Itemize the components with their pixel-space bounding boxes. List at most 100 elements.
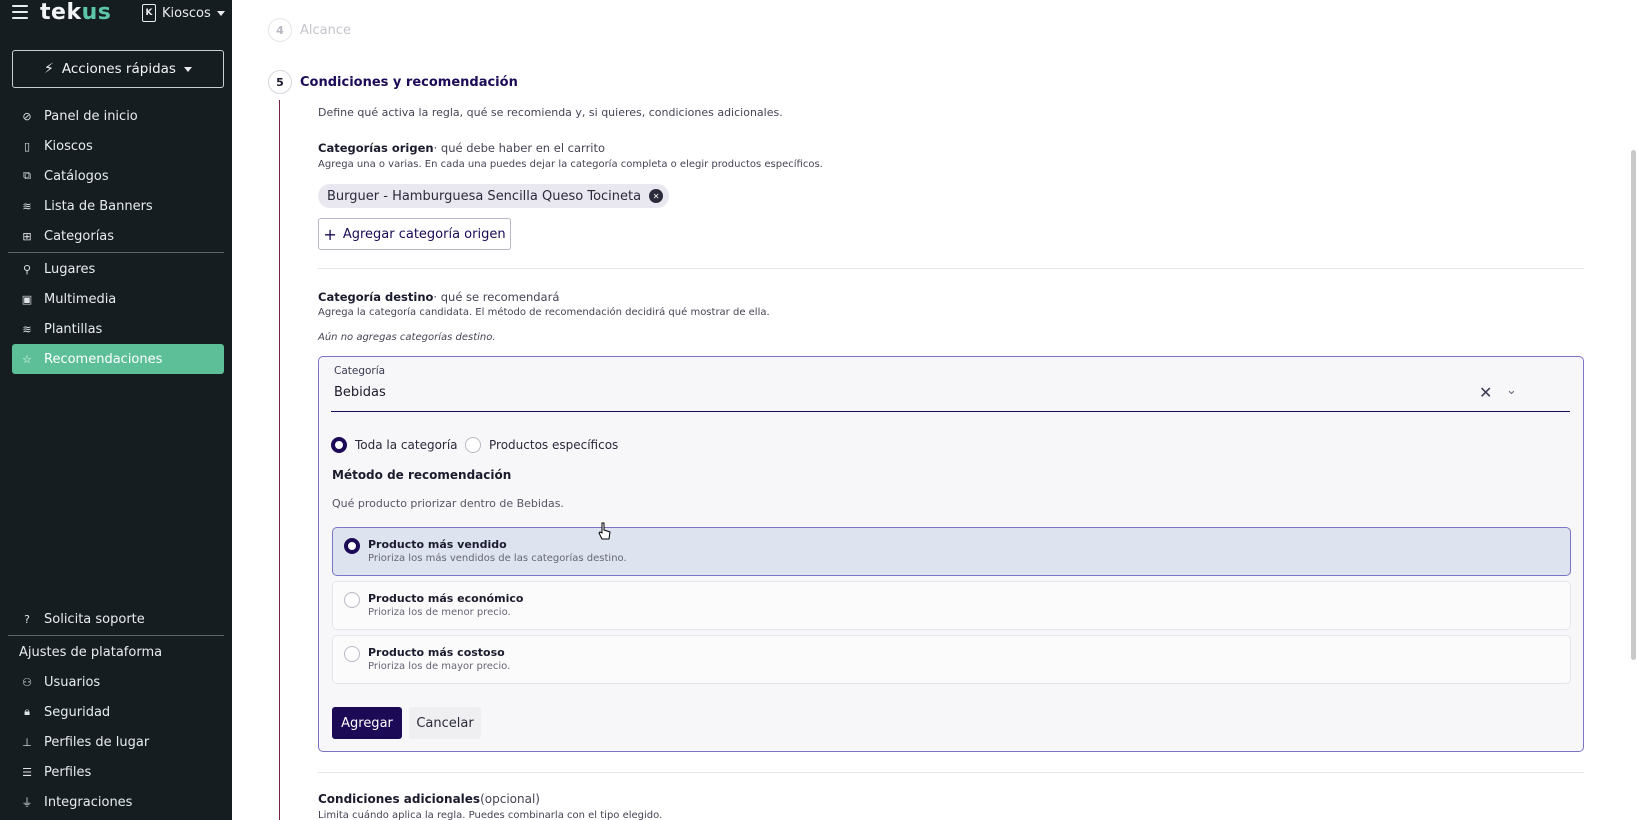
additional-conditions-title: Condiciones adicionales(opcional) xyxy=(318,792,540,806)
nav-item-categorias[interactable]: ⊞ Categorías xyxy=(12,221,224,251)
method-option-best-seller[interactable]: Producto más vendido Prioriza los más ve… xyxy=(332,527,1571,576)
nav-item-label: Multimedia xyxy=(44,291,117,307)
nav-item-panel-de-inicio[interactable]: ⊘ Panel de inicio xyxy=(12,101,224,131)
kiosk-selector[interactable]: K Kioscos xyxy=(142,3,225,23)
menu-icon[interactable] xyxy=(12,5,28,19)
origin-title: Categorías origen· qué debe haber en el … xyxy=(318,141,605,155)
nav-item-label: Lista de Banners xyxy=(44,198,153,214)
nav-item-label: Recomendaciones xyxy=(44,351,163,367)
nav-item-label: Perfiles de lugar xyxy=(44,734,150,750)
nav-item-integraciones[interactable]: ⏚ Integraciones xyxy=(12,787,224,817)
categories-icon: ⊞ xyxy=(22,229,32,243)
plus-icon: + xyxy=(323,224,337,244)
tekus-logo[interactable]: tekus xyxy=(40,0,111,25)
clear-icon[interactable]: ✕ xyxy=(1479,383,1492,402)
nav-divider xyxy=(8,252,224,253)
nav-item-label: Lugares xyxy=(44,261,96,277)
add-button[interactable]: Agregar xyxy=(332,707,402,739)
vertical-scrollbar[interactable] xyxy=(1631,150,1636,660)
step-connector-line xyxy=(279,100,280,820)
nav-item-lista-de-banners[interactable]: ≋ Lista de Banners xyxy=(12,191,224,221)
option-title: Producto más costoso xyxy=(368,646,505,659)
nav-item-label: Solicita soporte xyxy=(44,611,145,627)
nav-item-label: Catálogos xyxy=(44,168,109,184)
kiosk-icon: ▯ xyxy=(23,139,31,153)
plug-icon: ⏚ xyxy=(21,796,33,809)
nav-item-perfiles-de-lugar[interactable]: ⊥ Perfiles de lugar xyxy=(12,727,224,757)
nav-item-seguridad[interactable]: 🔒︎ Seguridad xyxy=(12,697,224,727)
caret-down-icon xyxy=(183,66,192,72)
origin-title-suffix: · qué debe haber en el carrito xyxy=(433,141,606,155)
step-title: Alcance xyxy=(300,22,352,38)
location-pin-icon: ⚲ xyxy=(22,262,32,276)
origin-category-chip: Burguer - Hamburguesa Sencilla Queso Toc… xyxy=(318,184,670,208)
nav-item-perfiles[interactable]: ☰ Perfiles xyxy=(12,757,224,787)
additional-title-suffix: (opcional) xyxy=(480,792,540,806)
layers-icon: ≋ xyxy=(22,199,32,213)
nav-item-label: Kioscos xyxy=(44,138,93,154)
close-icon[interactable]: ✕ xyxy=(649,189,664,203)
nav-item-multimedia[interactable]: ▣ Multimedia xyxy=(12,284,224,314)
destination-hint: Agrega la categoría candidata. El método… xyxy=(318,307,770,318)
method-option-most-expensive[interactable]: Producto más costoso Prioriza los de may… xyxy=(332,635,1571,684)
step-condiciones[interactable]: 5 Condiciones y recomendación xyxy=(268,70,518,94)
radio-selected[interactable] xyxy=(344,538,360,554)
category-select[interactable]: Bebidas xyxy=(334,385,386,400)
cancel-button[interactable]: Cancelar xyxy=(409,707,481,739)
help-icon: ? xyxy=(24,612,30,626)
nav-item-solicita-soporte[interactable]: ? Solicita soporte xyxy=(12,604,224,634)
layers-icon: ≋ xyxy=(22,322,32,336)
nav-item-usuarios[interactable]: ⚇ Usuarios xyxy=(12,667,224,697)
nav-item-lugares[interactable]: ⚲ Lugares xyxy=(12,254,224,284)
logo-accent-text: us xyxy=(81,0,112,25)
radio-unselected[interactable] xyxy=(465,437,481,453)
step-number: 5 xyxy=(268,70,292,94)
image-icon: ▣ xyxy=(21,292,33,306)
lock-icon: 🔒︎ xyxy=(24,705,30,718)
method-title: Método de recomendación xyxy=(332,468,512,482)
nav-primary: ⊘ Panel de inicio ▯ Kioscos ⧉ Catálogos ≋ Li… xyxy=(8,101,224,374)
nav-item-catalogos[interactable]: ⧉ Catálogos xyxy=(12,161,224,191)
radio-selected[interactable] xyxy=(331,437,347,453)
pointer-cursor-icon xyxy=(598,522,611,540)
radio-unselected[interactable] xyxy=(344,646,360,662)
scope-specific-radio[interactable]: Productos específicos xyxy=(465,437,618,453)
method-option-cheapest[interactable]: Producto más económico Prioriza los de m… xyxy=(332,581,1571,630)
sidebar: tekus K Kioscos ⚡︎ Acciones rápidas ⊘ Pan… xyxy=(0,0,232,820)
option-subtitle: Prioriza los de menor precio. xyxy=(368,607,511,618)
kiosk-selector-label: Kioscos xyxy=(162,5,211,21)
destination-form-panel: Categoría Bebidas ✕ ⌄ Toda la categoría … xyxy=(318,356,1584,752)
nav-item-label: Categorías xyxy=(44,228,115,244)
kiosk-icon: K xyxy=(142,4,156,22)
origin-title-text: Categorías origen xyxy=(318,141,434,155)
scope-all-radio[interactable]: Toda la categoría xyxy=(331,437,458,453)
chevron-down-icon[interactable]: ⌄ xyxy=(1506,383,1517,398)
stamp-icon: ⊥ xyxy=(22,735,32,749)
additional-title-text: Condiciones adicionales xyxy=(318,792,481,806)
quick-actions-button[interactable]: ⚡︎ Acciones rápidas xyxy=(12,50,224,88)
section-intro: Define qué activa la regla, qué se recom… xyxy=(318,106,783,119)
nav-item-label: Usuarios xyxy=(44,674,101,690)
list-icon: ☰ xyxy=(22,765,32,779)
quick-actions-label: Acciones rápidas xyxy=(61,61,176,77)
destination-empty-note: Aún no agregas categorías destino. xyxy=(318,332,496,343)
scope-all-label: Toda la categoría xyxy=(355,438,458,452)
caret-down-icon xyxy=(216,10,225,16)
nav-item-plantillas[interactable]: ≋ Plantillas xyxy=(12,314,224,344)
section-divider xyxy=(318,268,1584,269)
option-subtitle: Prioriza los de mayor precio. xyxy=(368,661,511,672)
destination-title-text: Categoría destino xyxy=(318,290,434,304)
main-content: 4 Alcance 5 Condiciones y recomendación … xyxy=(232,0,1638,820)
section-divider xyxy=(318,772,1584,773)
scope-specific-label: Productos específicos xyxy=(489,438,619,452)
star-icon: ☆ xyxy=(22,352,32,366)
add-origin-category-button[interactable]: + Agregar categoría origen xyxy=(318,218,511,250)
nav-item-recomendaciones[interactable]: ☆ Recomendaciones xyxy=(12,344,224,374)
nav-item-kioscos[interactable]: ▯ Kioscos xyxy=(12,131,224,161)
nav-item-label: Plantillas xyxy=(44,321,103,337)
step-alcance[interactable]: 4 Alcance xyxy=(268,18,351,42)
add-origin-label: Agregar categoría origen xyxy=(342,226,506,242)
radio-unselected[interactable] xyxy=(344,592,360,608)
book-icon: ⧉ xyxy=(23,169,31,182)
nav-bottom: ? Solicita soporte Ajustes de plataforma … xyxy=(8,604,224,817)
